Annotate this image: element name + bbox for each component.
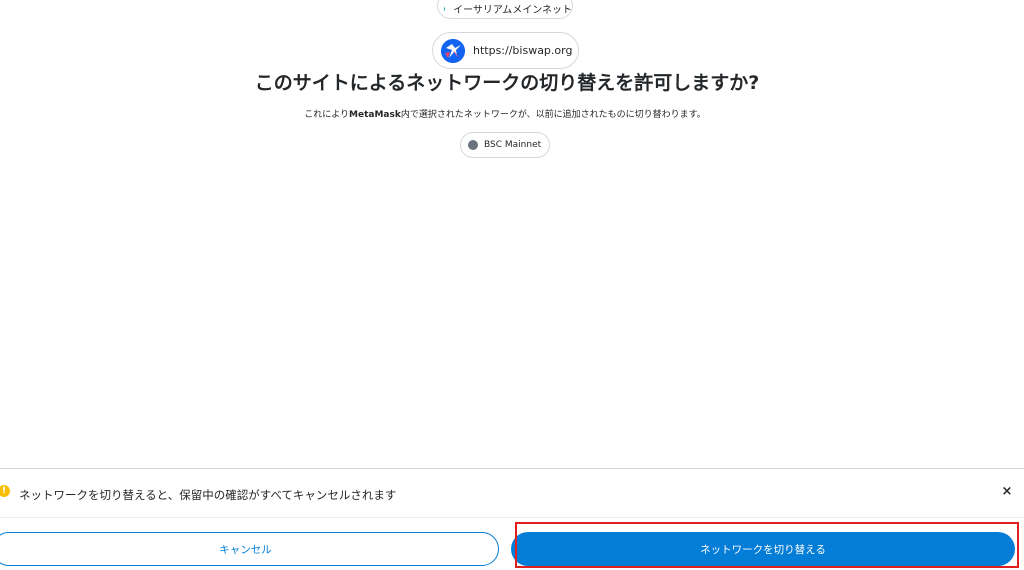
warning-banner: ! ネットワークを切り替えると、保留中の確認がすべてキャンセルされます × [0,475,1024,511]
network-status-dot [444,6,446,11]
network-indicator[interactable]: イーサリアムメインネット [437,0,573,19]
target-network-dot [468,140,478,150]
network-label: イーサリアムメインネット [453,5,572,16]
page-subtitle: これによりMetaMask内で選択されたネットワークが、以前に追加されたものに切… [0,107,1010,120]
biswap-bird-icon [441,38,465,63]
site-origin-pill: https://biswap.org [432,32,579,69]
page-title: このサイトによるネットワークの切り替えを許可しますか? [254,72,760,94]
subtitle-prefix: これにより [304,110,350,120]
subtitle-metamask: MetaMask [349,110,401,120]
target-network-label: BSC Mainnet [484,140,542,150]
footer-divider [0,517,1024,518]
warning-icon: ! [0,485,10,497]
switch-network-page: イーサリアムメインネット https://biswap.org このサイトによる… [0,0,1024,570]
target-network-chip: BSC Mainnet [460,132,550,158]
close-icon[interactable]: × [1000,485,1014,499]
switch-button-highlight [515,522,1019,568]
footer: ! ネットワークを切り替えると、保留中の確認がすべてキャンセルされます × キャ… [0,468,1024,570]
subtitle-suffix: 内で選択されたネットワークが、以前に追加されたものに切り替わります。 [400,110,706,120]
warning-text: ネットワークを切り替えると、保留中の確認がすべてキャンセルされます [19,488,397,502]
cancel-button[interactable]: キャンセル [0,532,499,566]
site-origin-url: https://biswap.org [473,44,573,57]
